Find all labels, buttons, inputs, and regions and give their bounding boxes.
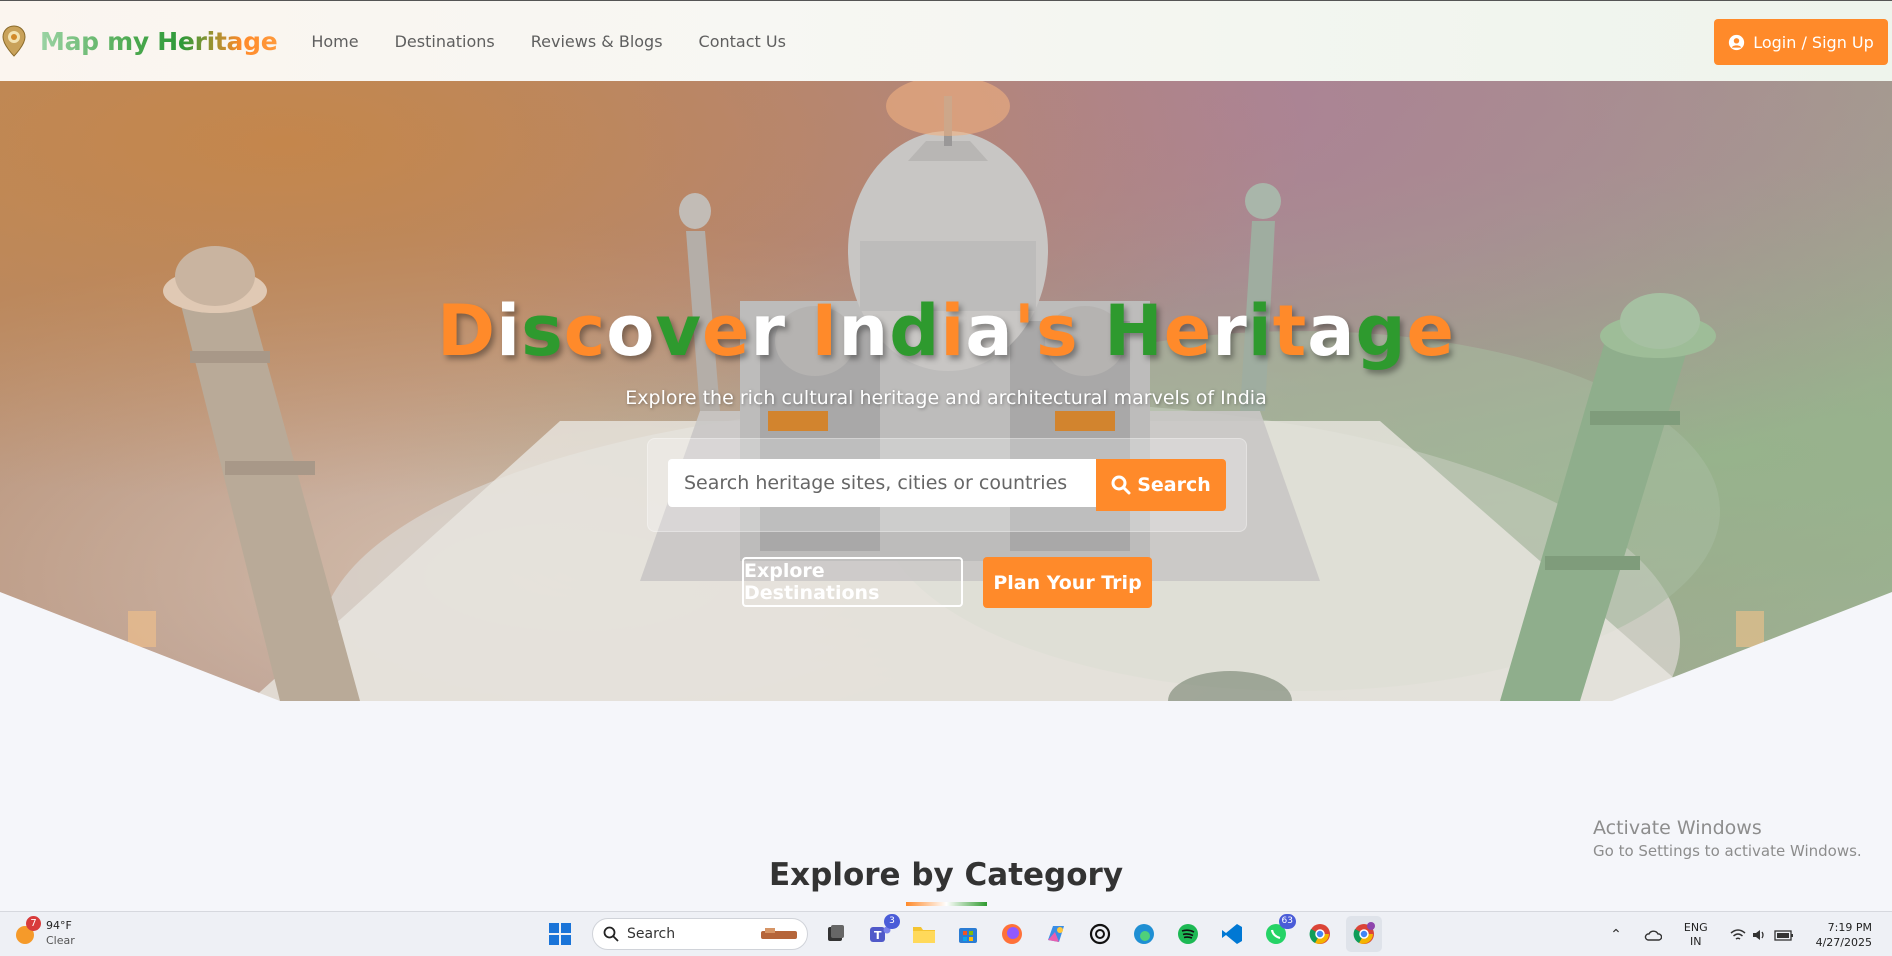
navbar: Map my Heritage Home Destinations Review…: [0, 0, 1892, 81]
wifi-icon[interactable]: [1730, 928, 1746, 942]
weather-temp: 94°F: [46, 919, 72, 932]
system-tray: ⌃ ENG IN 7:19 PM 4/27/2025: [1610, 912, 1892, 956]
login-signup-button[interactable]: Login / Sign Up: [1714, 19, 1888, 65]
edge-icon[interactable]: [1126, 916, 1162, 952]
nav-links: Home Destinations Reviews & Blogs Contac…: [311, 32, 822, 51]
volume-icon[interactable]: [1752, 928, 1768, 942]
explore-destinations-button[interactable]: Explore Destinations: [742, 557, 963, 607]
onedrive-icon[interactable]: [1644, 929, 1662, 941]
hero-section: Discover India's Heritage Explore the ri…: [0, 81, 1892, 701]
hero-title: Discover India's Heritage: [436, 290, 1456, 372]
weather-widget[interactable]: 7 94°F Clear: [12, 916, 75, 948]
weather-sun-icon: 7: [12, 916, 41, 946]
plan-your-trip-button[interactable]: Plan Your Trip: [983, 557, 1152, 608]
region-code: IN: [1690, 934, 1702, 948]
weather-badge: 7: [26, 916, 41, 931]
activate-windows-title: Activate Windows: [1593, 817, 1762, 839]
chrome-icon[interactable]: [1302, 916, 1338, 952]
user-circle-icon: [1729, 34, 1745, 50]
vscode-icon[interactable]: [1214, 916, 1250, 952]
language-code: ENG: [1683, 920, 1708, 934]
language-indicator[interactable]: ENG IN: [1684, 921, 1708, 949]
nav-link-contact-us[interactable]: Contact Us: [699, 32, 786, 51]
map-pin-icon: [2, 25, 26, 57]
search-highlight-icon: [761, 928, 797, 939]
teams-icon[interactable]: T 3: [862, 914, 900, 952]
chatgpt-icon[interactable]: [1082, 916, 1118, 952]
task-view-icon[interactable]: [818, 916, 854, 952]
spotify-icon[interactable]: [1170, 916, 1206, 952]
microsoft-store-icon[interactable]: [950, 916, 986, 952]
activate-windows-hint: Go to Settings to activate Windows.: [1593, 842, 1862, 860]
teams-badge: 3: [884, 914, 900, 929]
copilot-icon[interactable]: [1038, 916, 1074, 952]
search-icon: [603, 926, 619, 942]
hero-subtitle: Explore the rich cultural heritage and a…: [625, 387, 1267, 409]
nav-link-destinations[interactable]: Destinations: [395, 32, 495, 51]
search-input[interactable]: [668, 459, 1096, 507]
windows-start-icon[interactable]: [542, 916, 578, 952]
windows-taskbar: 7 94°F Clear Search T 3 63 ⌃ ENG IN 7:19…: [0, 911, 1892, 956]
weather-condition: Clear: [46, 934, 75, 947]
whatsapp-badge: 63: [1278, 914, 1296, 929]
brand-logo[interactable]: Map my Heritage: [2, 25, 278, 57]
brand-name: Map my Heritage: [40, 26, 278, 56]
taskbar-search-label: Search: [627, 926, 676, 942]
file-explorer-icon[interactable]: [906, 916, 942, 952]
section-underline: [906, 902, 987, 906]
chrome-profile-icon[interactable]: [1346, 916, 1382, 952]
category-section-title: Explore by Category: [768, 857, 1124, 893]
search-button[interactable]: Search: [1096, 459, 1226, 511]
clock[interactable]: 7:19 PM 4/27/2025: [1816, 920, 1872, 950]
svg-text:T: T: [874, 929, 882, 942]
search-icon: [1111, 475, 1131, 495]
battery-icon[interactable]: [1773, 929, 1794, 941]
search-button-label: Search: [1137, 474, 1211, 496]
nav-link-reviews-blogs[interactable]: Reviews & Blogs: [531, 32, 663, 51]
login-signup-label: Login / Sign Up: [1753, 32, 1874, 52]
nav-link-home[interactable]: Home: [311, 32, 358, 51]
activate-windows-watermark: Activate Windows Go to Settings to activ…: [1593, 817, 1862, 860]
taskbar-search[interactable]: Search: [592, 918, 808, 950]
taskbar-apps: Search T 3 63: [542, 914, 1390, 952]
clock-date: 4/27/2025: [1815, 935, 1872, 949]
hero-search-box: Search: [647, 438, 1247, 532]
firefox-icon[interactable]: [994, 916, 1030, 952]
clock-time: 7:19 PM: [1827, 920, 1872, 934]
whatsapp-icon[interactable]: 63: [1258, 914, 1296, 952]
chevron-up-icon[interactable]: ⌃: [1610, 927, 1622, 943]
